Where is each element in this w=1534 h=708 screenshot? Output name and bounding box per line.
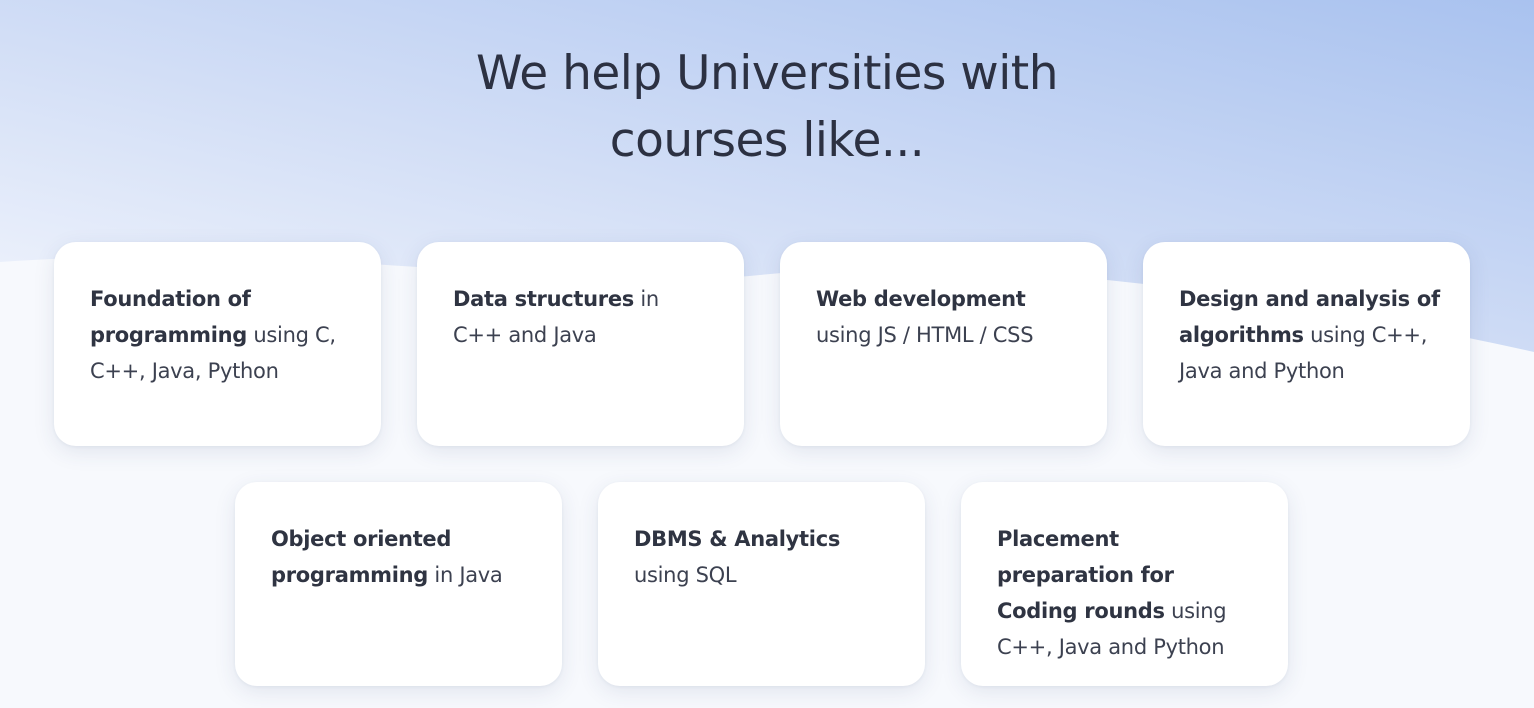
course-card-placement-preparation: Placement preparation for Coding rounds …: [961, 482, 1288, 686]
heading-line-2: courses like...: [609, 113, 925, 168]
course-title: DBMS & Analytics: [634, 527, 841, 551]
course-description: Design and analysis of algorithms using …: [1179, 281, 1440, 389]
course-detail: in Java: [428, 563, 503, 587]
course-title: Placement preparation for Coding rounds: [997, 527, 1174, 623]
courses-section: We help Universities with courses like..…: [0, 0, 1534, 708]
course-description: DBMS & Analytics using SQL: [634, 521, 895, 593]
course-detail: using JS / HTML / CSS: [816, 323, 1034, 347]
course-title: Data structures: [453, 287, 635, 311]
course-card-foundation-of-programming: Foundation of programming using C, C++, …: [54, 242, 381, 446]
course-card-web-development: Web development using JS / HTML / CSS: [780, 242, 1107, 446]
course-card-dbms-analytics: DBMS & Analytics using SQL: [598, 482, 925, 686]
course-description: Web development using JS / HTML / CSS: [816, 281, 1077, 353]
heading-line-1: We help Universities with: [476, 46, 1059, 101]
course-description: Foundation of programming using C, C++, …: [90, 281, 351, 389]
course-title: Web development: [816, 287, 1026, 311]
course-description: Placement preparation for Coding rounds …: [997, 521, 1258, 665]
course-card-object-oriented-programming: Object oriented programming in Java: [235, 482, 562, 686]
course-detail: using SQL: [634, 563, 737, 587]
course-title: Object oriented programming: [271, 527, 452, 587]
section-heading: We help Universities with courses like..…: [0, 40, 1534, 174]
course-title: Foundation of programming: [90, 287, 251, 347]
course-description: Object oriented programming in Java: [271, 521, 532, 593]
course-card-design-and-analysis-of-algorithms: Design and analysis of algorithms using …: [1143, 242, 1470, 446]
course-card-data-structures: Data structures in C++ and Java: [417, 242, 744, 446]
course-description: Data structures in C++ and Java: [453, 281, 714, 353]
